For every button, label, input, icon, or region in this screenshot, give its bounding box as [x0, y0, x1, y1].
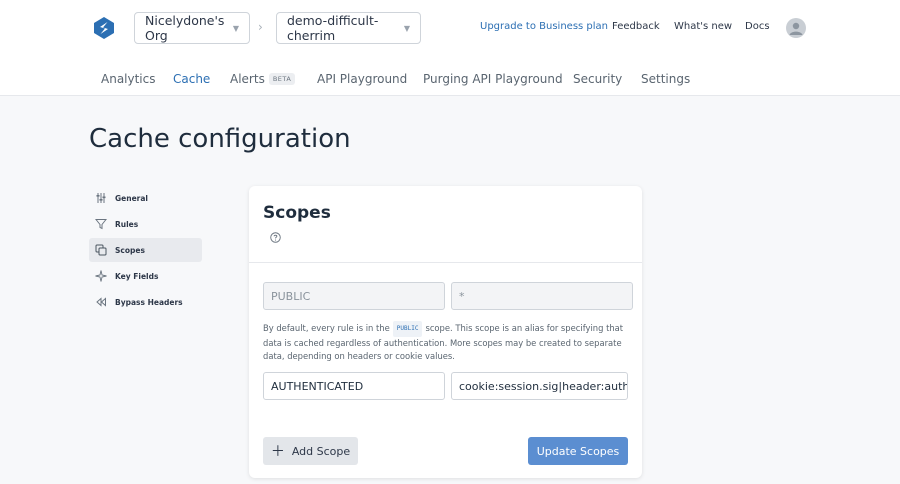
scope-name-input-public: PUBLIC	[263, 282, 445, 310]
sidebar-item-label: Bypass Headers	[115, 297, 183, 307]
org-selector-label: Nicelydone's Org	[145, 13, 225, 43]
page-title: Cache configuration	[89, 124, 351, 154]
user-icon	[789, 22, 803, 35]
chevron-down-icon: ▼	[232, 23, 239, 33]
rewind-icon	[95, 296, 107, 308]
sliders-icon	[95, 192, 107, 204]
tab-cache[interactable]: Cache	[173, 72, 210, 86]
copy-icon	[95, 244, 107, 256]
chevron-right-icon: ›	[258, 20, 263, 34]
tab-purging-api-playground[interactable]: Purging API Playground	[423, 72, 563, 86]
sidebar-item-scopes[interactable]: Scopes	[89, 238, 202, 262]
filter-icon	[95, 218, 107, 230]
beta-badge: BETA	[268, 73, 296, 85]
tab-api-playground[interactable]: API Playground	[317, 72, 407, 86]
org-selector[interactable]: Nicelydone's Org ▼	[134, 12, 250, 44]
stellate-logo-icon[interactable]	[92, 16, 116, 40]
whats-new-link[interactable]: What's new	[674, 21, 732, 32]
tab-alerts-label: Alerts	[230, 72, 265, 86]
sidebar-item-rules[interactable]: Rules	[89, 212, 202, 236]
help-circle-icon[interactable]	[270, 232, 281, 243]
add-scope-label: Add Scope	[291, 444, 351, 458]
chevron-down-icon: ▼	[403, 23, 410, 33]
sidebar-item-label: General	[115, 193, 148, 203]
tab-settings[interactable]: Settings	[641, 72, 690, 86]
sidebar-item-key-fields[interactable]: Key Fields	[89, 264, 202, 288]
scope-key-input-public: *	[451, 282, 633, 310]
scope-key-input-authenticated[interactable]: cookie:session.sig|header:authorization	[451, 372, 628, 400]
scopes-card: Scopes PUBLIC * By default, every rule i…	[249, 186, 642, 478]
project-selector[interactable]: demo-difficult-cherrim ▼	[276, 12, 421, 44]
sidebar-item-general[interactable]: General	[89, 186, 202, 210]
docs-link[interactable]: Docs	[745, 21, 770, 32]
update-scopes-button[interactable]: Update Scopes	[528, 437, 628, 465]
avatar[interactable]	[786, 18, 806, 38]
scopes-card-title: Scopes	[263, 203, 331, 223]
public-code-tag: PUBLIC	[392, 321, 423, 337]
card-divider	[249, 262, 642, 263]
cache-config-sidebar: General Rules Scopes Key Fields Bypass H…	[89, 186, 202, 316]
tab-alerts[interactable]: Alerts BETA	[230, 72, 296, 86]
sidebar-item-label: Rules	[115, 219, 139, 229]
scope-name-input-authenticated[interactable]: AUTHENTICATED	[263, 372, 445, 400]
tab-security[interactable]: Security	[573, 72, 622, 86]
sidebar-item-bypass-headers[interactable]: Bypass Headers	[89, 290, 202, 314]
sparkle-icon	[95, 270, 107, 282]
sidebar-item-label: Key Fields	[115, 271, 159, 281]
upgrade-link[interactable]: Upgrade to Business plan	[480, 21, 608, 32]
plus-icon: ＋	[270, 444, 285, 460]
main-tabs: Analytics Cache Alerts BETA API Playgroun…	[0, 70, 900, 90]
sidebar-item-label: Scopes	[115, 245, 145, 255]
add-scope-button[interactable]: ＋ Add Scope	[263, 437, 358, 465]
tab-analytics[interactable]: Analytics	[101, 72, 156, 86]
scopes-description: By default, every rule is in the PUBLIC sc…	[263, 321, 627, 364]
description-text: By default, every rule is in the	[263, 323, 390, 333]
project-selector-label: demo-difficult-cherrim	[287, 13, 379, 43]
feedback-link[interactable]: Feedback	[612, 21, 660, 32]
top-bar: Nicelydone's Org ▼ › demo-difficult-cher…	[0, 0, 900, 96]
